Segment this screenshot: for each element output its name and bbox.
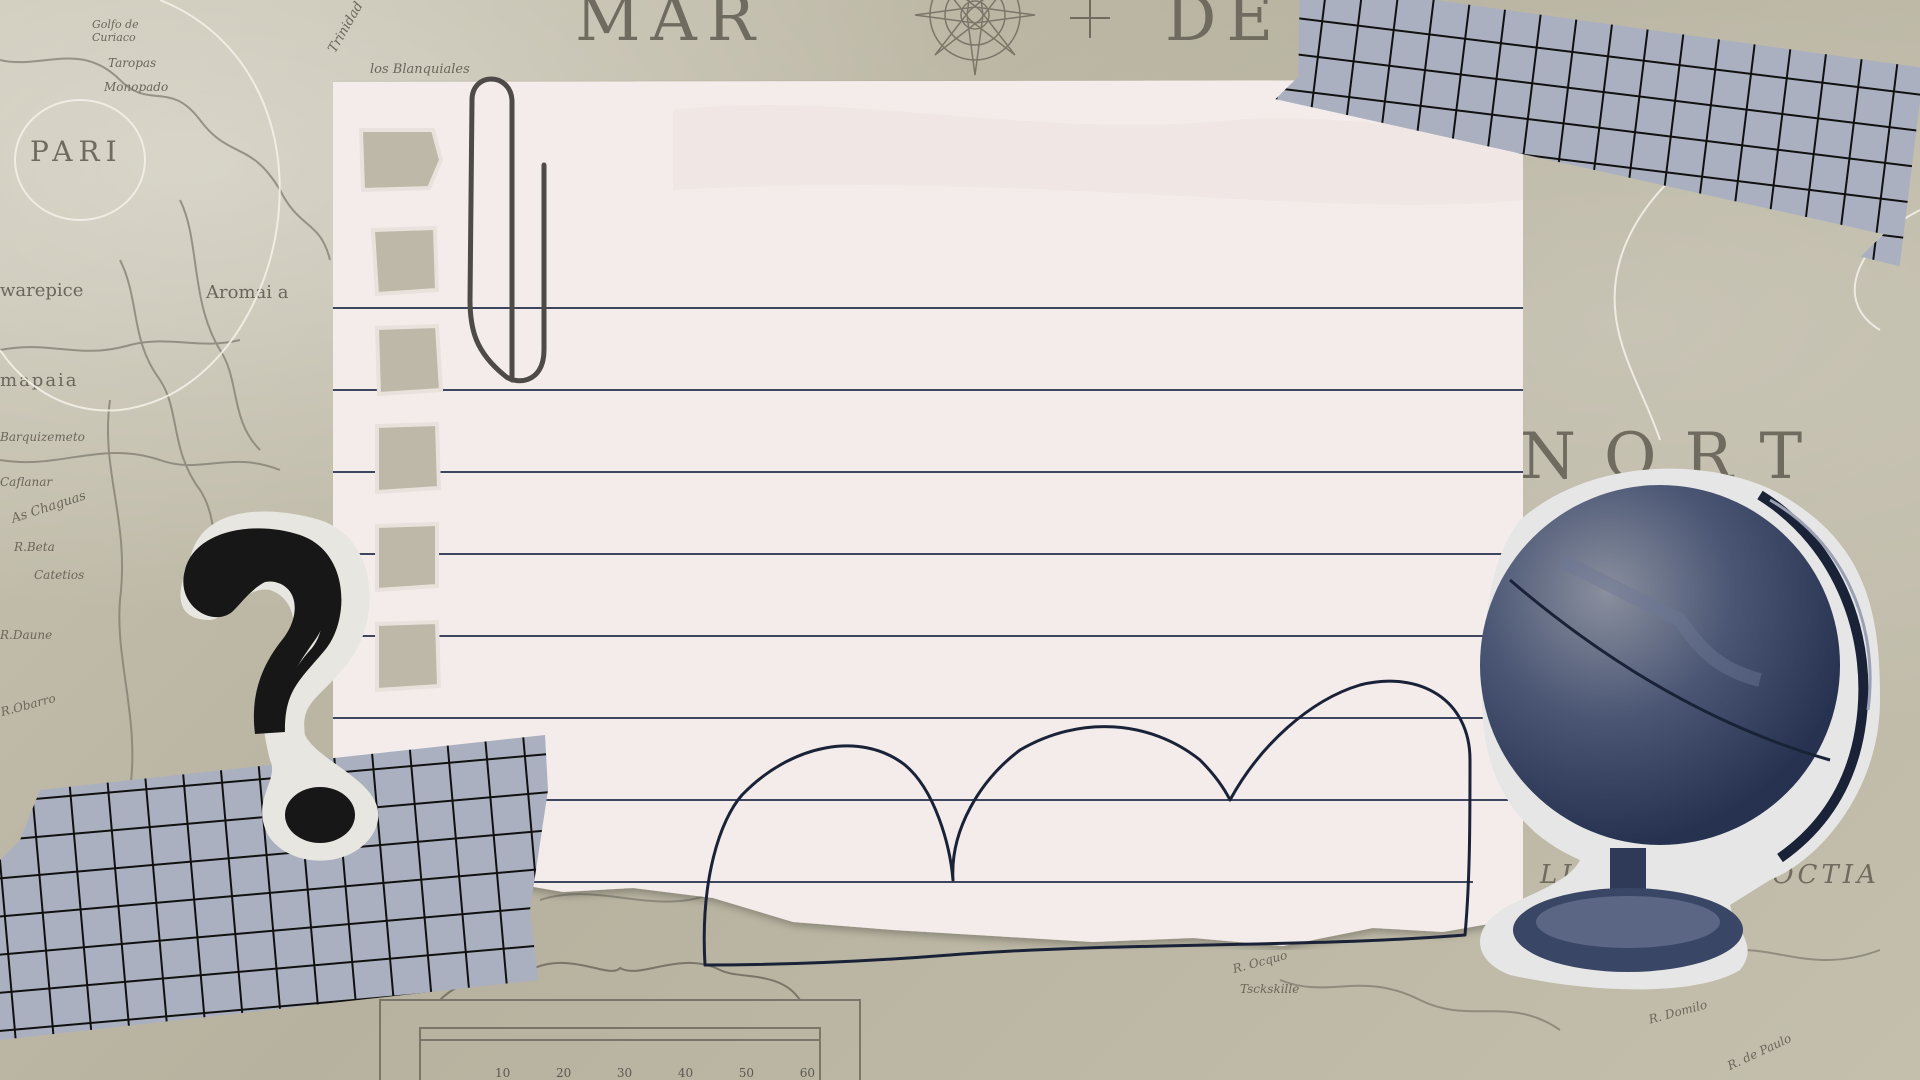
- globe-icon: [1480, 468, 1880, 990]
- collage-scene: MAR DE NORT LINEA AQVINOCTIA PARI warepi…: [0, 0, 1920, 1080]
